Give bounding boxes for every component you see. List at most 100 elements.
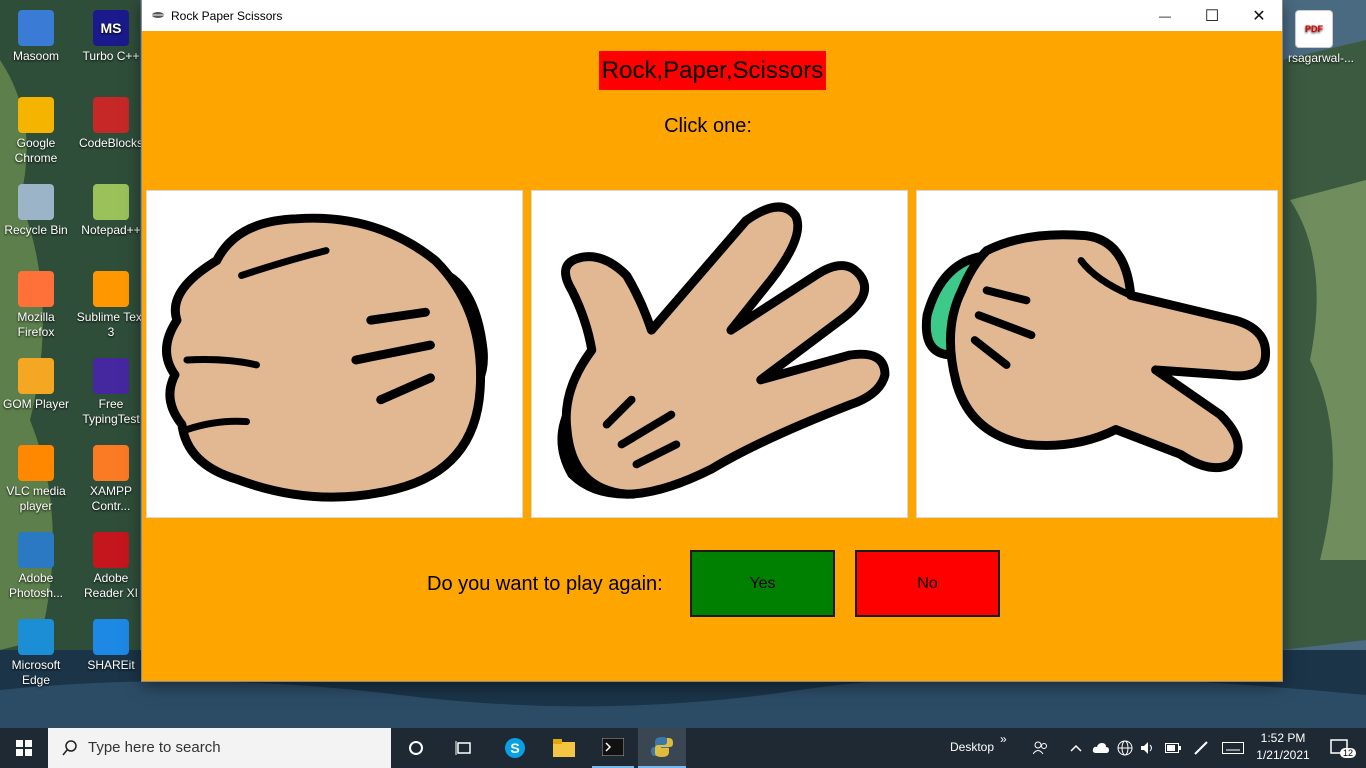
speaker-icon xyxy=(1141,742,1152,754)
vlc-icon xyxy=(18,445,54,481)
svg-text:S: S xyxy=(510,740,519,756)
yes-label: Yes xyxy=(749,574,776,592)
folder-icon xyxy=(553,739,575,757)
masoom-icon xyxy=(18,10,54,46)
terminal-button[interactable] xyxy=(592,728,634,768)
paper-hand-icon xyxy=(557,202,890,499)
volume-button[interactable] xyxy=(1137,728,1159,768)
recycle-bin-icon xyxy=(18,184,54,220)
sublime-icon xyxy=(93,271,129,307)
desktop-icon-edge[interactable]: Microsoft Edge xyxy=(0,613,72,688)
desktop-icon-turbo-cpp[interactable]: MS Turbo C++ xyxy=(75,4,147,64)
no-label: No xyxy=(917,574,938,592)
desktop-icon-xampp[interactable]: XAMPP Contr... xyxy=(75,439,147,514)
pdf-icon: PDF xyxy=(1295,10,1333,48)
desktop-icon-label: Adobe Reader XI xyxy=(83,571,139,600)
file-explorer-button[interactable] xyxy=(544,728,584,768)
start-button[interactable] xyxy=(0,728,48,768)
taskbar-search[interactable]: Type here to search xyxy=(48,728,391,768)
rock-hand-icon xyxy=(162,213,488,502)
cortana-button[interactable] xyxy=(396,728,436,768)
desktop-icon-vlc[interactable]: VLC media player xyxy=(0,439,72,514)
desktop-icon-sublime[interactable]: Sublime Text 3 xyxy=(75,265,147,340)
notification-count: 12 xyxy=(1340,748,1357,758)
clock[interactable]: 1:52 PM 1/21/2021 xyxy=(1253,731,1313,762)
clock-date: 1/21/2021 xyxy=(1256,748,1310,762)
desktop-icon-label: Turbo C++ xyxy=(82,49,140,63)
firefox-icon xyxy=(18,271,54,307)
task-view-icon xyxy=(455,741,471,755)
rock-button[interactable] xyxy=(146,190,523,518)
show-hidden-icons-button[interactable] xyxy=(1066,728,1086,768)
notifications-button[interactable]: 12 xyxy=(1322,728,1358,768)
scissors-button[interactable] xyxy=(916,190,1278,518)
network-button[interactable] xyxy=(1114,728,1136,768)
desktop-icon-label: GOM Player xyxy=(2,397,69,411)
desktop-icon-pdf[interactable]: PDF rsagarwal-... xyxy=(1278,4,1355,66)
yes-button[interactable]: Yes xyxy=(690,550,835,617)
search-placeholder: Type here to search xyxy=(88,739,221,756)
desktop-icon-firefox[interactable]: Mozilla Firefox xyxy=(0,265,72,340)
desktop-icon-codeblocks[interactable]: CodeBlocks xyxy=(75,91,147,151)
gom-player-icon xyxy=(18,358,54,394)
maximize-icon: ☐ xyxy=(1204,7,1220,25)
terminal-icon xyxy=(602,738,624,756)
onedrive-button[interactable] xyxy=(1090,728,1112,768)
window-titlebar[interactable]: Rock Paper Scissors — ☐ ✕ xyxy=(142,0,1282,31)
desktop-icon-label: Mozilla Firefox xyxy=(17,310,55,339)
photoshop-icon xyxy=(18,532,54,568)
xampp-icon xyxy=(93,445,129,481)
taskbar: Type here to search S Desktop » 1:52 PM … xyxy=(0,728,1366,768)
battery-icon xyxy=(1165,743,1181,753)
codeblocks-icon xyxy=(93,97,129,133)
close-icon: ✕ xyxy=(1252,7,1266,25)
game-title: Rock,Paper,Scissors xyxy=(599,51,826,90)
desktop-icon-label: rsagarwal-... xyxy=(1288,51,1355,65)
desktop-icon-label: Adobe Photosh... xyxy=(8,571,64,600)
desktop-icon-shareit[interactable]: SHAREit xyxy=(75,613,147,673)
python-icon xyxy=(651,737,673,757)
desktop-icon-gom-player[interactable]: GOM Player xyxy=(0,352,72,412)
cortana-icon xyxy=(409,741,423,755)
desktop-icon-label: Notepad++ xyxy=(81,223,141,237)
no-button[interactable]: No xyxy=(855,550,1000,617)
pen-icon xyxy=(1194,741,1208,755)
shareit-icon xyxy=(93,619,129,655)
desktop-icon-label: Microsoft Edge xyxy=(11,658,61,687)
maximize-button[interactable]: ☐ xyxy=(1189,0,1235,31)
minimize-button[interactable]: — xyxy=(1142,0,1188,31)
keyboard-button[interactable] xyxy=(1220,728,1246,768)
notepadpp-icon xyxy=(93,184,129,220)
paper-button[interactable] xyxy=(531,190,908,518)
desktop-icon-label: Google Chrome xyxy=(14,136,58,165)
keyboard-icon xyxy=(1222,742,1244,754)
pen-button[interactable] xyxy=(1190,728,1212,768)
desktop-icon-typingtest[interactable]: Free TypingTest xyxy=(75,352,147,427)
desktop-icon-photoshop[interactable]: Adobe Photosh... xyxy=(0,526,72,601)
skype-button[interactable]: S xyxy=(495,728,535,768)
desktop-icon-label: Sublime Text 3 xyxy=(76,310,146,339)
desktop-icon-label: Masoom xyxy=(12,49,59,63)
chrome-icon xyxy=(18,97,54,133)
desktop-icon-recycle-bin[interactable]: Recycle Bin xyxy=(0,178,72,238)
globe-icon xyxy=(1117,740,1133,756)
desktop-icon-masoom[interactable]: Masoom xyxy=(0,4,72,64)
skype-icon: S xyxy=(505,738,525,758)
app-window: Rock Paper Scissors — ☐ ✕ Rock,Paper,Sci… xyxy=(142,0,1282,681)
task-view-button[interactable] xyxy=(444,728,484,768)
search-icon xyxy=(62,740,77,756)
desktop-icon-adobe-reader[interactable]: Adobe Reader XI xyxy=(75,526,147,601)
python-app-button[interactable] xyxy=(638,728,686,768)
adobe-reader-icon xyxy=(93,532,129,568)
window-title: Rock Paper Scissors xyxy=(171,9,283,23)
desktop-icon-chrome[interactable]: Google Chrome xyxy=(0,91,72,166)
toolbar-chevron-icon[interactable]: » xyxy=(1000,732,1007,746)
scissors-hand-icon xyxy=(921,230,1271,473)
feather-icon xyxy=(152,12,164,18)
desktop-toolbar-label[interactable]: Desktop xyxy=(950,740,994,754)
people-button[interactable] xyxy=(1030,728,1052,768)
close-button[interactable]: ✕ xyxy=(1236,0,1282,31)
battery-button[interactable] xyxy=(1162,728,1184,768)
people-icon xyxy=(1033,741,1047,755)
desktop-icon-notepadpp[interactable]: Notepad++ xyxy=(75,178,147,238)
